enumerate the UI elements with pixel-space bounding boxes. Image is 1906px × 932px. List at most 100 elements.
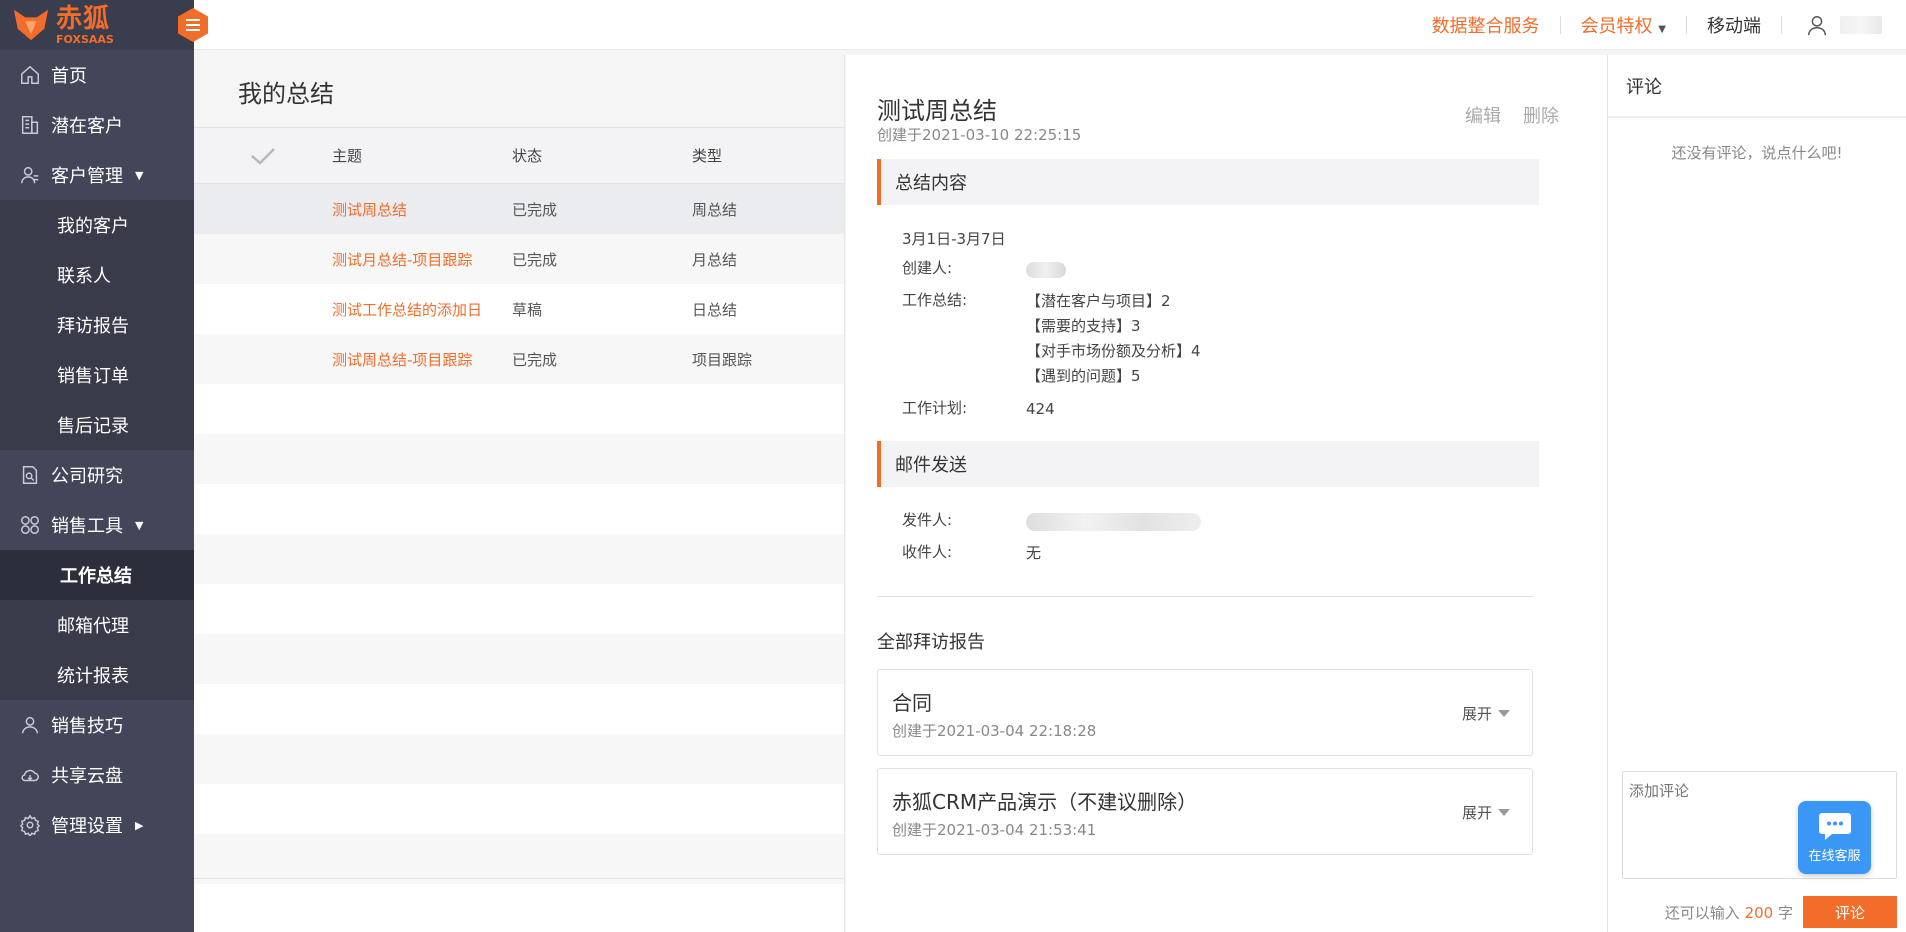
table-row[interactable]: 测试工作总结的添加日 草稿 日总结 — [194, 284, 844, 334]
sidebar-item-label: 销售技巧 — [51, 716, 123, 737]
empty-row — [194, 784, 844, 834]
empty-row — [194, 484, 844, 534]
expand-button[interactable]: 展开 — [1462, 802, 1510, 823]
sidebar-item-company-research[interactable]: 公司研究 — [0, 450, 194, 500]
sidebar-item-home[interactable]: 首页 — [0, 50, 194, 100]
sidebar-item-label: 潜在客户 — [51, 116, 123, 137]
sidebar-item-work-summary[interactable]: 工作总结 — [0, 550, 194, 600]
document-search-icon — [18, 463, 42, 487]
caret-down-icon: ▼ — [1658, 24, 1666, 35]
empty-row — [194, 734, 844, 784]
membership-link[interactable]: 会员特权 ▼ — [1561, 12, 1686, 38]
remaining-chars: 还可以输入 200 字 — [1665, 902, 1793, 923]
menu-toggle-icon[interactable] — [175, 7, 211, 43]
sidebar-item-cloud-drive[interactable]: 共享云盘 — [0, 750, 194, 800]
empty-row — [194, 834, 844, 884]
chat-bubble-icon — [1818, 813, 1851, 840]
sidebar-item-my-customers[interactable]: 我的客户 — [0, 200, 194, 250]
sidebar-item-label: 工作总结 — [60, 566, 132, 587]
membership-label: 会员特权 — [1580, 16, 1653, 37]
submit-comment-button[interactable]: 评论 — [1803, 896, 1897, 928]
sidebar-item-label: 邮箱代理 — [57, 616, 129, 637]
work-summary-line: 【遇到的问题】5 — [1026, 367, 1141, 385]
cloud-icon — [18, 763, 42, 787]
summary-detail-panel: 测试周总结 创建于2021-03-10 22:25:15 编辑 删除 总结内容 … — [846, 55, 1607, 932]
caret-down-icon: ▼ — [135, 168, 144, 182]
online-service-label: 在线客服 — [1808, 849, 1861, 864]
sidebar-item-mail-proxy[interactable]: 邮箱代理 — [0, 600, 194, 650]
caret-right-icon: ▶ — [135, 818, 144, 832]
sender-row: 发件人: — [902, 509, 1201, 534]
comments-title: 评论 — [1608, 55, 1906, 118]
empty-row — [194, 384, 844, 434]
sidebar-item-label: 客户管理 — [51, 166, 123, 187]
creator-redacted — [1026, 261, 1066, 278]
visit-title: 合同 — [892, 691, 932, 715]
sidebar-item-sales-tools[interactable]: 销售工具 ▼ — [0, 500, 194, 550]
user-name-redacted[interactable] — [1840, 16, 1882, 34]
all-visits-heading: 全部拜访报告 — [877, 632, 985, 653]
logo[interactable]: 赤狐 FOXSAAS — [0, 0, 194, 50]
select-all-checkbox[interactable] — [194, 146, 332, 166]
data-service-link[interactable]: 数据整合服务 — [1412, 12, 1560, 38]
sidebar-item-label: 销售订单 — [57, 366, 129, 387]
detail-title: 测试周总结 — [877, 97, 997, 125]
section-mail: 邮件发送 — [877, 441, 1539, 487]
delete-button[interactable]: 删除 — [1523, 102, 1559, 128]
recipient-value: 无 — [1026, 544, 1042, 562]
sidebar-item-after-sales[interactable]: 售后记录 — [0, 400, 194, 450]
column-type[interactable]: 类型 — [692, 145, 842, 166]
mobile-link[interactable]: 移动端 — [1687, 12, 1781, 38]
table-row[interactable]: 测试周总结-项目跟踪 已完成 项目跟踪 — [194, 334, 844, 384]
sidebar-item-label: 共享云盘 — [51, 766, 123, 787]
sidebar-item-sales-orders[interactable]: 销售订单 — [0, 350, 194, 400]
logo-name-en: FOXSAAS — [56, 32, 114, 46]
sidebar-item-settings[interactable]: 管理设置 ▶ — [0, 800, 194, 850]
sidebar-item-label: 管理设置 — [51, 816, 123, 837]
expand-label: 展开 — [1461, 705, 1492, 723]
sidebar-item-contacts[interactable]: 联系人 — [0, 250, 194, 300]
online-service-button[interactable]: 在线客服 — [1798, 801, 1871, 874]
sidebar-item-sales-skills[interactable]: 销售技巧 — [0, 700, 194, 750]
sidebar-item-label: 我的客户 — [57, 216, 129, 237]
work-plan-value: 424 — [1026, 400, 1055, 418]
table-row[interactable]: 测试周总结 已完成 周总结 — [194, 184, 844, 234]
row-type: 月总结 — [692, 250, 738, 269]
row-subject[interactable]: 测试月总结-项目跟踪 — [332, 249, 512, 270]
remaining-suffix: 字 — [1777, 903, 1793, 922]
row-type: 项目跟踪 — [692, 350, 753, 369]
table-row[interactable]: 测试月总结-项目跟踪 已完成 月总结 — [194, 234, 844, 284]
expand-button[interactable]: 展开 — [1462, 703, 1510, 724]
visit-card[interactable]: 赤狐CRM产品演示（不建议删除） 创建于2021-03-04 21:53:41 … — [877, 768, 1533, 855]
column-subject[interactable]: 主题 — [332, 145, 512, 166]
divider — [1781, 16, 1782, 34]
sidebar-item-label: 统计报表 — [57, 666, 129, 687]
submenu-sales-tools: 工作总结 邮箱代理 统计报表 — [0, 550, 194, 700]
submenu-customer: 我的客户 联系人 拜访报告 销售订单 售后记录 — [0, 200, 194, 450]
visit-created: 创建于2021-03-04 21:53:41 — [892, 821, 1097, 839]
sidebar-item-customer-mgmt[interactable]: 客户管理 ▼ — [0, 150, 194, 200]
sidebar: 赤狐 FOXSAAS 首页 潜在客户 客户管理 ▼ 我的客户 联系人 拜访报告 … — [0, 0, 194, 932]
row-subject[interactable]: 测试工作总结的添加日 — [332, 299, 512, 320]
empty-row — [194, 434, 844, 484]
edit-button[interactable]: 编辑 — [1465, 102, 1501, 128]
settings-icon — [18, 813, 42, 837]
page-title: 我的总结 — [194, 55, 844, 128]
empty-row — [194, 534, 844, 584]
sidebar-item-reports[interactable]: 统计报表 — [0, 650, 194, 700]
visit-created: 创建于2021-03-04 22:18:28 — [892, 722, 1097, 740]
row-type: 日总结 — [692, 300, 738, 319]
visit-card[interactable]: 合同 创建于2021-03-04 22:18:28 展开 — [877, 669, 1533, 756]
sidebar-item-visit-reports[interactable]: 拜访报告 — [0, 300, 194, 350]
column-status[interactable]: 状态 — [512, 145, 692, 166]
row-status: 已完成 — [512, 200, 558, 219]
person-icon — [18, 713, 42, 737]
empty-row — [194, 584, 844, 634]
sidebar-item-leads[interactable]: 潜在客户 — [0, 100, 194, 150]
sidebar-item-label: 拜访报告 — [57, 316, 129, 337]
row-subject[interactable]: 测试周总结-项目跟踪 — [332, 349, 512, 370]
user-avatar-icon[interactable] — [1806, 14, 1828, 36]
empty-row — [194, 634, 844, 684]
sidebar-nav: 首页 潜在客户 客户管理 ▼ 我的客户 联系人 拜访报告 销售订单 售后记录 公… — [0, 50, 194, 850]
row-subject[interactable]: 测试周总结 — [332, 199, 512, 220]
